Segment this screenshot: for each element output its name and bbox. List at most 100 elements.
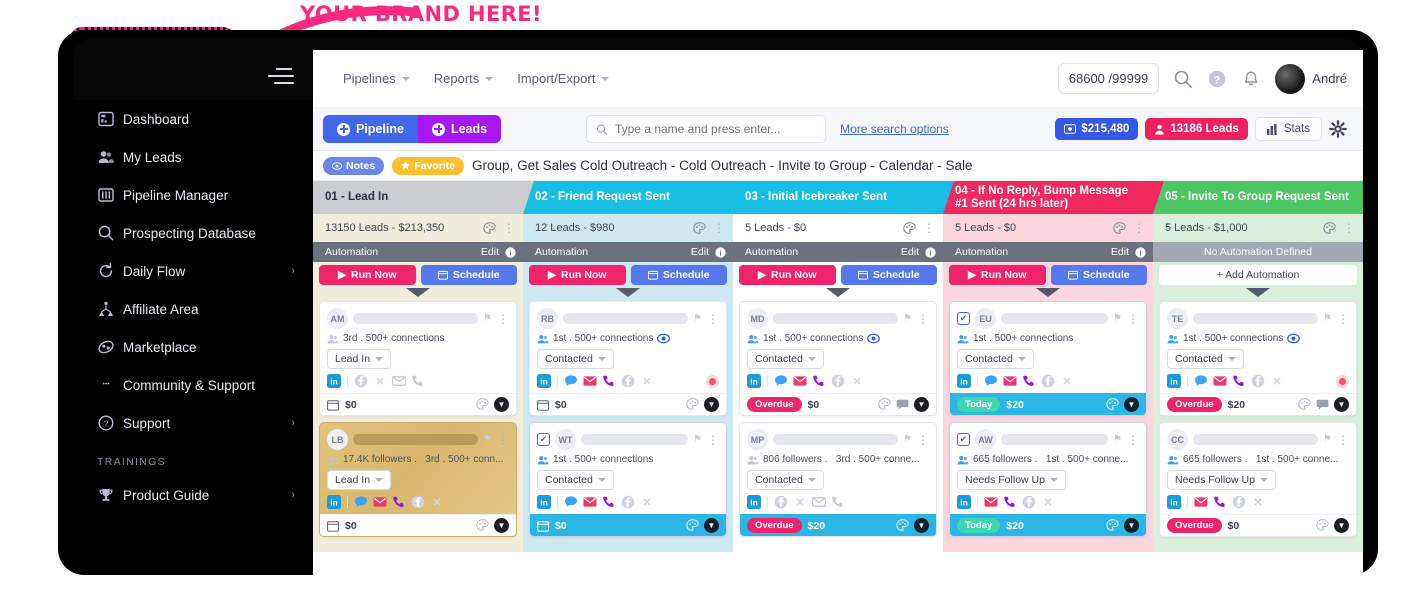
- message-icon[interactable]: [564, 374, 578, 388]
- lead-status-select[interactable]: Lead In: [327, 349, 392, 369]
- schedule-button[interactable]: Schedule: [1050, 265, 1147, 285]
- mail-icon[interactable]: [812, 495, 826, 509]
- calendar-icon[interactable]: [537, 520, 549, 532]
- expand-icon[interactable]: ▼: [1124, 518, 1139, 533]
- message-icon[interactable]: [984, 374, 998, 388]
- flag-icon[interactable]: ⚑: [1113, 434, 1122, 445]
- message-icon[interactable]: [1194, 374, 1208, 388]
- lead-search-box[interactable]: [586, 115, 827, 143]
- x-twitter-icon[interactable]: ✕: [373, 374, 387, 388]
- notes-chip[interactable]: Notes: [323, 156, 385, 175]
- run-now-button[interactable]: ▶ Run Now: [319, 265, 416, 285]
- expand-icon[interactable]: ▼: [704, 518, 719, 533]
- facebook-icon[interactable]: [831, 374, 845, 388]
- lead-status-select[interactable]: Contacted: [747, 470, 824, 490]
- card-menu-icon[interactable]: ⋮: [497, 434, 509, 446]
- lead-card[interactable]: AM ⚑ ⋮ 3rd . 500+ connections Lead In in ✕ $0 ▼: [319, 301, 517, 416]
- facebook-icon[interactable]: [354, 374, 368, 388]
- add-automation-button[interactable]: + Add Automation: [1159, 265, 1357, 285]
- lead-card[interactable]: MP ⚑ ⋮ 806 followers . 3rd . 500+ conne... C…: [739, 422, 937, 537]
- lead-card[interactable]: CC ⚑ ⋮ 665 followers . 1st . 500+ conne... N…: [1159, 422, 1357, 537]
- x-twitter-icon[interactable]: ✕: [1251, 495, 1265, 509]
- facebook-icon[interactable]: [411, 495, 425, 509]
- linkedin-icon[interactable]: in: [1167, 495, 1181, 509]
- column-menu-icon[interactable]: ⋮: [713, 222, 725, 234]
- mail-icon[interactable]: [1213, 374, 1227, 388]
- leads-count-pill[interactable]: 13186 Leads: [1145, 118, 1248, 140]
- linkedin-icon[interactable]: in: [537, 495, 551, 509]
- phone-icon[interactable]: [1022, 374, 1036, 388]
- lead-card[interactable]: ✔ EU ⚑ ⋮ 1st . 500+ connections Contacted in ✕ T…: [949, 301, 1147, 416]
- palette-icon[interactable]: [693, 221, 706, 235]
- lead-status-select[interactable]: Contacted: [537, 349, 614, 369]
- revenue-pill[interactable]: $215,480: [1055, 118, 1139, 140]
- x-twitter-icon[interactable]: ✕: [850, 374, 864, 388]
- x-twitter-icon[interactable]: ✕: [1270, 374, 1284, 388]
- card-menu-icon[interactable]: ⋮: [1127, 313, 1139, 325]
- card-menu-icon[interactable]: ⋮: [497, 313, 509, 325]
- search-input[interactable]: [614, 122, 817, 136]
- facebook-icon[interactable]: [1041, 374, 1055, 388]
- help-icon[interactable]: ?: [1207, 69, 1227, 89]
- linkedin-icon[interactable]: in: [747, 495, 761, 509]
- palette-icon[interactable]: [1323, 221, 1336, 235]
- flag-icon[interactable]: ⚑: [693, 434, 702, 445]
- message-icon[interactable]: [774, 374, 788, 388]
- flag-icon[interactable]: ⚑: [903, 313, 912, 324]
- lead-card[interactable]: RB ⚑ ⋮ 1st . 500+ connections Contacted in ✕ $0…: [529, 301, 727, 416]
- message-icon[interactable]: [354, 495, 368, 509]
- lead-status-select[interactable]: Lead In: [327, 470, 392, 490]
- expand-icon[interactable]: ▼: [494, 397, 509, 412]
- x-twitter-icon[interactable]: ✕: [1060, 374, 1074, 388]
- more-search-options-link[interactable]: More search options: [840, 122, 949, 136]
- flag-icon[interactable]: ⚑: [483, 434, 492, 445]
- linkedin-icon[interactable]: in: [747, 374, 761, 388]
- sidebar-item-pipeline-manager[interactable]: Pipeline Manager: [73, 176, 313, 214]
- facebook-icon[interactable]: [1022, 495, 1036, 509]
- eye-icon[interactable]: [657, 333, 671, 344]
- linkedin-icon[interactable]: in: [327, 374, 341, 388]
- linkedin-icon[interactable]: in: [957, 495, 971, 509]
- automation-edit-group[interactable]: Edit i: [1111, 246, 1146, 258]
- column-header[interactable]: 02 - Friend Request Sent: [523, 181, 744, 214]
- bell-icon[interactable]: [1241, 69, 1261, 89]
- search-icon[interactable]: [1173, 69, 1193, 89]
- favorite-chip[interactable]: Favorite: [392, 156, 465, 175]
- calendar-icon[interactable]: [327, 520, 339, 532]
- column-header[interactable]: 01 - Lead In: [313, 181, 534, 214]
- phone-icon[interactable]: [1213, 495, 1227, 509]
- eye-icon[interactable]: [1287, 333, 1301, 344]
- automation-edit-group[interactable]: Edit i: [901, 246, 936, 258]
- palette-icon[interactable]: [1106, 398, 1119, 411]
- flag-icon[interactable]: ⚑: [693, 313, 702, 324]
- expand-icon[interactable]: ▼: [914, 518, 929, 533]
- palette-icon[interactable]: [476, 398, 489, 411]
- palette-icon[interactable]: [686, 398, 699, 411]
- mail-icon[interactable]: [984, 495, 998, 509]
- column-header[interactable]: 03 - Initial Icebreaker Sent: [733, 181, 954, 214]
- phone-icon[interactable]: [831, 495, 845, 509]
- automation-edit-group[interactable]: Edit i: [691, 246, 726, 258]
- card-menu-icon[interactable]: ⋮: [1337, 313, 1349, 325]
- column-menu-icon[interactable]: ⋮: [1133, 222, 1145, 234]
- linkedin-icon[interactable]: in: [957, 374, 971, 388]
- eye-icon[interactable]: [867, 333, 881, 344]
- facebook-icon[interactable]: [621, 495, 635, 509]
- lead-status-select[interactable]: Contacted: [1167, 349, 1244, 369]
- calendar-icon[interactable]: [537, 399, 549, 411]
- run-now-button[interactable]: ▶ Run Now: [739, 265, 836, 285]
- lead-card[interactable]: MD ⚑ ⋮ 1st . 500+ connections Contacted in ✕ Ov…: [739, 301, 937, 416]
- card-menu-icon[interactable]: ⋮: [917, 313, 929, 325]
- sidebar-item-affiliate-area[interactable]: Affiliate Area: [73, 290, 313, 328]
- flag-icon[interactable]: ⚑: [483, 313, 492, 324]
- palette-icon[interactable]: [878, 398, 891, 411]
- sidebar-item-dashboard[interactable]: Dashboard: [73, 100, 313, 138]
- palette-icon[interactable]: [903, 221, 916, 235]
- flag-icon[interactable]: ⚑: [1323, 313, 1332, 324]
- sidebar-item-prospecting-database[interactable]: Prospecting Database: [73, 214, 313, 252]
- mail-icon[interactable]: [1194, 495, 1208, 509]
- linkedin-icon[interactable]: in: [327, 495, 341, 509]
- lead-checkbox[interactable]: ✔: [537, 433, 550, 446]
- add-pipeline-button[interactable]: Pipeline: [323, 115, 418, 143]
- info-icon[interactable]: i: [715, 246, 726, 258]
